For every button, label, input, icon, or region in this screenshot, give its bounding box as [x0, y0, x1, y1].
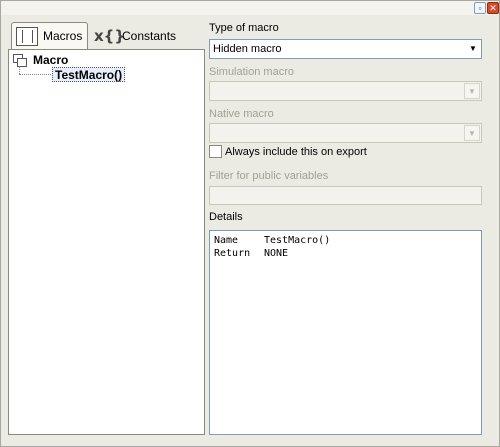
left-panel: Macros x{} Constants Macro TestMacro() [8, 19, 205, 435]
details-value: NONE [264, 248, 289, 259]
title-bar: ▫ ✕ [1, 1, 499, 15]
details-key: Return [214, 248, 251, 259]
simulation-macro-select[interactable]: ▼ [209, 81, 482, 101]
macros-icon [16, 26, 38, 46]
filter-public-variables-label: Filter for public variables [209, 170, 329, 182]
constants-icon: x{} [94, 26, 126, 45]
native-macro-label: Native macro [209, 108, 274, 120]
filter-public-variables-input[interactable] [209, 186, 482, 205]
tree-connector-horizontal [19, 74, 51, 75]
type-of-macro-label: Type of macro [209, 22, 279, 34]
always-include-label: Always include this on export [225, 145, 367, 158]
chevron-down-icon: ▼ [464, 125, 480, 141]
chevron-down-icon: ▼ [469, 44, 477, 53]
type-of-macro-select[interactable]: Hidden macro ▼ [209, 39, 482, 59]
tab-constants-label: Constants [122, 28, 177, 43]
always-include-checkbox[interactable] [209, 145, 222, 158]
tree-node-macro[interactable]: Macro [13, 53, 68, 67]
tab-macros-label: Macros [43, 29, 83, 43]
macro-editor-window: ▫ ✕ Macros x{} Constants Macro TestMacro… [0, 0, 500, 447]
details-key: Name [214, 235, 239, 246]
native-macro-select[interactable]: ▼ [209, 123, 482, 143]
tree-node-testmacro[interactable]: TestMacro() [52, 67, 126, 82]
tab-strip: Macros x{} Constants [8, 19, 205, 49]
type-of-macro-value: Hidden macro [213, 43, 282, 55]
details-row-name: Name TestMacro() [214, 234, 477, 247]
details-row-return: Return NONE [214, 247, 477, 260]
simulation-macro-label: Simulation macro [209, 66, 294, 78]
tree-node-macro-label: Macro [33, 53, 69, 67]
always-include-row: Always include this on export [209, 145, 367, 158]
close-button[interactable]: ✕ [487, 2, 499, 14]
macro-group-icon [13, 54, 27, 67]
chevron-down-icon: ▼ [464, 83, 480, 99]
details-box[interactable]: Name TestMacro() Return NONE [209, 230, 482, 435]
details-value: TestMacro() [264, 235, 331, 246]
restore-button[interactable]: ▫ [474, 2, 486, 14]
tree-connector-vertical [19, 66, 20, 74]
tab-macros[interactable]: Macros [11, 22, 88, 49]
tab-constants[interactable]: x{} Constants [90, 22, 190, 49]
details-label: Details [209, 211, 243, 223]
macro-tree[interactable]: Macro TestMacro() [8, 49, 205, 435]
